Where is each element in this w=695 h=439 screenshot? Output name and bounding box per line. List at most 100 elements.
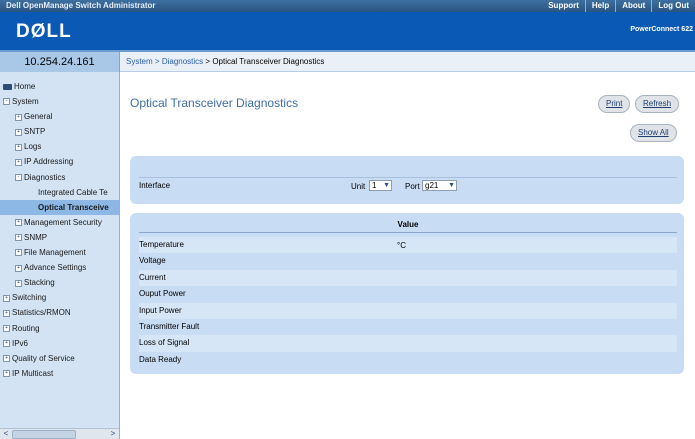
interface-panel: Interface Unit 1 ▼ Port g21 ▼	[130, 156, 684, 204]
help-link[interactable]: Help	[584, 0, 615, 12]
unit-value: 1	[372, 181, 377, 190]
row-label: Input Power	[139, 305, 182, 315]
page-title: Optical Transceiver Diagnostics	[130, 96, 299, 110]
sidebar: Home - System + General + SNTP + Logs + IP Address…	[0, 72, 120, 439]
sidebar-item-ip-addressing[interactable]: + IP Addressing	[0, 154, 119, 169]
show-all-button[interactable]: Show All	[630, 124, 677, 142]
support-link[interactable]: Support	[542, 0, 585, 12]
expand-icon[interactable]: +	[15, 234, 22, 242]
expand-icon[interactable]: +	[15, 113, 22, 121]
sidebar-item-label: Switching	[12, 293, 47, 303]
sidebar-item-label: Integrated Cable Te	[38, 187, 108, 197]
sidebar-item-label: Quality of Service	[12, 353, 75, 363]
breadcrumb-separator: >	[154, 57, 160, 66]
sidebar-item-label: Logs	[24, 142, 42, 152]
logout-link[interactable]: Log Out	[651, 0, 695, 12]
navigation-tree: Home - System + General + SNTP + Logs + IP Address…	[0, 79, 119, 381]
sidebar-item-optical-transceive[interactable]: Optical Transceive	[0, 199, 119, 215]
print-button[interactable]: Print	[598, 95, 631, 113]
sidebar-item-diagnostics[interactable]: - Diagnostics	[0, 170, 119, 185]
expand-icon[interactable]: +	[3, 324, 10, 332]
expand-icon[interactable]: +	[15, 158, 22, 166]
breadcrumb-current: Optical Transceiver Diagnostics	[212, 57, 325, 66]
expand-icon[interactable]: +	[15, 249, 22, 257]
sidebar-item-label: IP Addressing	[24, 157, 74, 167]
sidebar-horizontal-scrollbar[interactable]: < >	[0, 428, 119, 439]
scroll-left-icon[interactable]: <	[1, 429, 11, 439]
row-label: Data Ready	[139, 354, 182, 364]
expand-icon[interactable]: +	[3, 355, 10, 363]
interface-label: Interface	[139, 181, 171, 190]
unit-select[interactable]: 1 ▼	[369, 180, 392, 191]
expand-icon[interactable]: +	[15, 219, 22, 227]
sidebar-item-management-security[interactable]: + Management Security	[0, 215, 119, 230]
table-row: Current	[139, 269, 677, 287]
main-content: Optical Transceiver Diagnostics Print Re…	[120, 72, 695, 439]
breadcrumb: System > Diagnostics > Optical Transceiv…	[126, 52, 324, 72]
breadcrumb-system[interactable]: System	[126, 57, 153, 66]
sidebar-item-label: Home	[14, 82, 36, 91]
value-header: Value	[139, 218, 677, 233]
table-row: Ouput Power	[139, 286, 677, 302]
scrollbar-thumb[interactable]	[12, 430, 76, 439]
expand-icon[interactable]: +	[15, 143, 22, 151]
expand-icon[interactable]: +	[3, 309, 10, 317]
expand-icon[interactable]: +	[15, 279, 22, 287]
row-label: Ouput Power	[139, 289, 186, 299]
breadcrumb-bar: System > Diagnostics > Optical Transceiv…	[120, 52, 695, 72]
sidebar-item-home[interactable]: Home	[0, 79, 119, 94]
value-panel: Value Temperature °C Voltage Current Ouput P…	[130, 213, 684, 374]
sidebar-item-label: Diagnostics	[24, 172, 66, 182]
table-row: Data Ready	[139, 352, 677, 368]
sidebar-item-routing[interactable]: + Routing	[0, 321, 119, 336]
sidebar-item-label: SNMP	[24, 232, 48, 242]
sidebar-item-stacking[interactable]: + Stacking	[0, 275, 119, 290]
expand-icon[interactable]: +	[15, 264, 22, 272]
sidebar-item-ipv6[interactable]: + IPv6	[0, 336, 119, 351]
row-label: Current	[139, 272, 166, 282]
sidebar-item-logs[interactable]: + Logs	[0, 139, 119, 154]
scroll-right-icon[interactable]: >	[108, 429, 118, 439]
chevron-down-icon: ▼	[448, 182, 455, 189]
collapse-icon[interactable]: -	[3, 98, 10, 106]
refresh-button[interactable]: Refresh	[635, 95, 680, 113]
sidebar-item-system[interactable]: - System	[0, 94, 119, 109]
port-label: Port	[405, 182, 420, 191]
sidebar-item-switching[interactable]: + Switching	[0, 290, 119, 305]
sidebar-item-label: Stacking	[24, 278, 55, 288]
row-label: Temperature	[139, 240, 184, 249]
sidebar-item-label: SNTP	[24, 127, 46, 137]
top-links: Support Help About Log Out	[542, 0, 695, 12]
about-link[interactable]: About	[615, 0, 651, 12]
banner: DØLL PowerConnect 622	[0, 12, 695, 50]
table-row: Temperature °C	[139, 237, 677, 254]
table-row: Transmitter Fault	[139, 319, 677, 335]
port-select[interactable]: g21 ▼	[422, 180, 457, 191]
sidebar-item-general[interactable]: + General	[0, 109, 119, 124]
sidebar-item-advance-settings[interactable]: + Advance Settings	[0, 260, 119, 275]
sidebar-item-ip-multicast[interactable]: + IP Multicast	[0, 366, 119, 381]
sidebar-item-integrated-cable-te[interactable]: Integrated Cable Te	[0, 185, 119, 200]
port-value: g21	[425, 181, 439, 190]
sidebar-item-file-management[interactable]: + File Management	[0, 245, 119, 260]
sidebar-item-label: Optical Transceive	[38, 202, 109, 212]
expand-icon[interactable]: +	[3, 339, 10, 347]
top-bar: Dell OpenManage Switch Administrator Sup…	[0, 0, 695, 12]
sidebar-item-statistics-rmon[interactable]: + Statistics/RMON	[0, 305, 119, 320]
breadcrumb-diagnostics[interactable]: Diagnostics	[162, 57, 203, 66]
table-row: Voltage	[139, 253, 677, 269]
chevron-down-icon: ▼	[383, 182, 390, 189]
expand-icon[interactable]: +	[3, 370, 10, 378]
expand-icon[interactable]: +	[15, 128, 22, 136]
expand-icon[interactable]: +	[3, 294, 10, 302]
unit-label: Unit	[351, 182, 366, 191]
sidebar-item-label: IP Multicast	[12, 368, 54, 378]
sidebar-item-label: General	[24, 112, 53, 122]
sidebar-item-quality-of-service[interactable]: + Quality of Service	[0, 351, 119, 366]
sidebar-item-label: File Management	[24, 248, 86, 258]
sidebar-item-snmp[interactable]: + SNMP	[0, 230, 119, 245]
device-ip-box: 10.254.24.161	[0, 52, 120, 72]
collapse-icon[interactable]: -	[15, 173, 22, 181]
sidebar-item-sntp[interactable]: + SNTP	[0, 124, 119, 139]
sidebar-item-label: Management Security	[24, 217, 102, 227]
